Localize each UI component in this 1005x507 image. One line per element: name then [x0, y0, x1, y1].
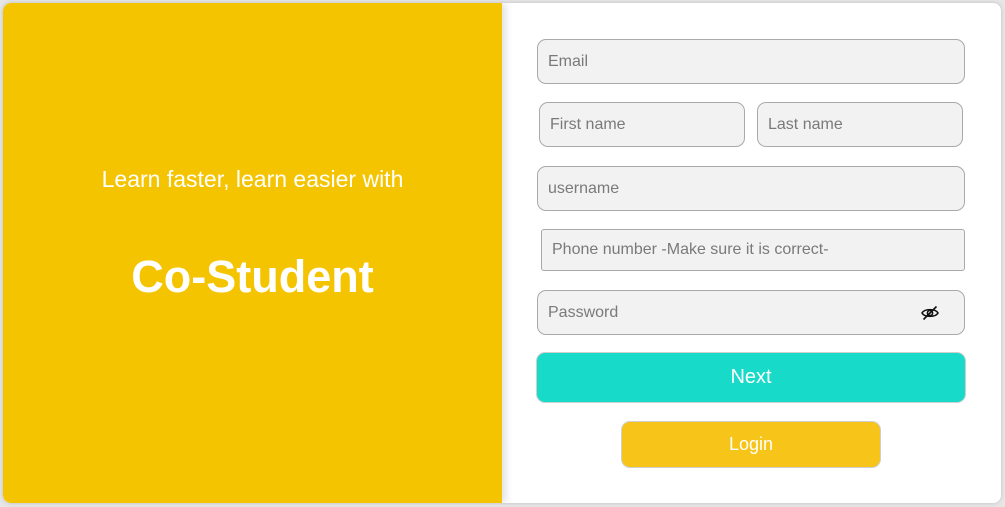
next-button[interactable]: Next — [536, 352, 966, 403]
tagline-text: Learn faster, learn easier with — [101, 166, 404, 192]
username-field[interactable] — [537, 166, 965, 211]
phone-number-field[interactable] — [541, 229, 965, 271]
last-name-field[interactable] — [757, 102, 963, 147]
brand-panel: Learn faster, learn easier with Co-Stude… — [3, 3, 502, 503]
brand-name: Co-Student — [131, 251, 374, 302]
email-field[interactable] — [537, 39, 965, 84]
first-name-field[interactable] — [539, 102, 745, 147]
login-button[interactable]: Login — [621, 421, 881, 468]
password-field[interactable] — [537, 290, 965, 335]
signup-card: Learn faster, learn easier with Co-Stude… — [3, 3, 1001, 503]
signup-form: Next Login — [502, 3, 1001, 503]
eye-slash-icon[interactable] — [920, 303, 940, 323]
